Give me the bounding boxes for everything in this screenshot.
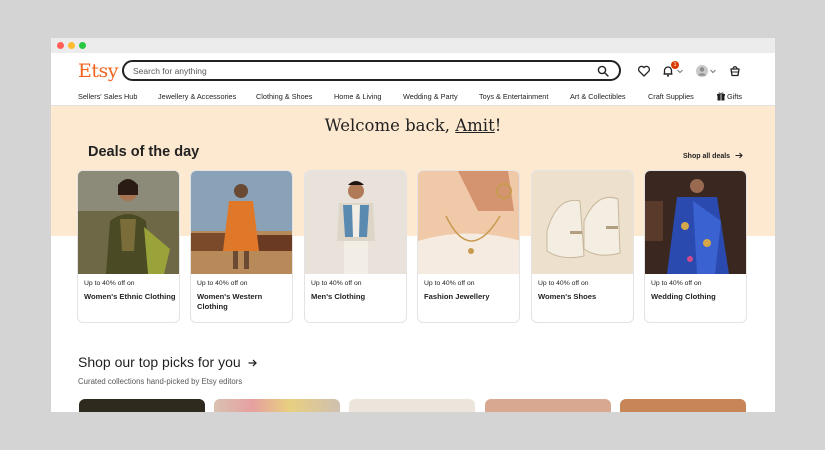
deal-image <box>305 171 406 274</box>
maximize-window-button[interactable] <box>79 42 86 49</box>
deal-category: Wedding Clothing <box>651 292 716 301</box>
welcome-message: Welcome back, Amit! <box>51 116 775 135</box>
deal-card[interactable]: Up to 40% off on Men's Clothing <box>304 170 407 323</box>
deal-card[interactable]: Up to 40% off on Women's Shoes <box>531 170 634 323</box>
heart-icon[interactable] <box>637 64 651 78</box>
nav-art-collectibles[interactable]: Art & Collectibles <box>570 92 626 101</box>
deal-category: Fashion Jewellery <box>424 292 490 301</box>
pick-card[interactable] <box>485 399 611 412</box>
deal-offer: Up to 40% off on <box>651 280 702 287</box>
pick-card[interactable] <box>79 399 205 412</box>
deal-card[interactable]: Up to 40% off on Fashion Jewellery <box>417 170 520 323</box>
close-window-button[interactable] <box>57 42 64 49</box>
search-bar[interactable]: Search for anything <box>122 60 621 81</box>
shop-all-label: Shop all deals <box>683 153 731 160</box>
deal-offer: Up to 40% off on <box>538 280 589 287</box>
deal-offer: Up to 40% off on <box>84 280 135 287</box>
deal-offer: Up to 40% off on <box>424 280 475 287</box>
deal-image <box>78 171 179 274</box>
deal-offer: Up to 40% off on <box>311 280 362 287</box>
top-picks-title[interactable]: Shop our top picks for you <box>78 354 257 370</box>
chevron-down-icon[interactable] <box>709 64 717 78</box>
deal-category: Women's Western Clothing <box>197 292 263 311</box>
nav-wedding-party[interactable]: Wedding & Party <box>403 92 458 101</box>
nav-gifts[interactable]: Gifts <box>727 92 742 101</box>
welcome-suffix: ! <box>494 116 502 135</box>
deal-offer: Up to 40% off on <box>197 280 248 287</box>
deal-image <box>532 171 633 274</box>
deals-title: Deals of the day <box>88 144 200 160</box>
nav-craft-supplies[interactable]: Craft Supplies <box>648 92 694 101</box>
deal-card[interactable]: Up to 40% off on Wedding Clothing <box>644 170 747 323</box>
search-icon[interactable] <box>597 65 609 77</box>
top-picks-subtitle: Curated collections hand-picked by Etsy … <box>78 377 243 386</box>
arrow-right-icon <box>248 359 257 367</box>
notification-badge: 1 <box>671 61 679 69</box>
nav-toys-entertainment[interactable]: Toys & Entertainment <box>479 92 548 101</box>
deal-card[interactable]: Up to 40% off on Women's Ethnic Clothing <box>77 170 180 323</box>
nav-home-living[interactable]: Home & Living <box>334 92 381 101</box>
deal-image <box>645 171 746 274</box>
nav-sellers-sales-hub[interactable]: Sellers' Sales Hub <box>78 92 137 101</box>
welcome-prefix: Welcome back, <box>324 116 456 135</box>
user-name-link[interactable]: Amit <box>455 116 494 135</box>
deal-card[interactable]: Up to 40% off on Women's Western Clothin… <box>190 170 293 323</box>
arrow-right-icon <box>735 152 743 159</box>
category-nav: Sellers' Sales Hub Jewellery & Accessori… <box>51 90 775 106</box>
pick-card[interactable] <box>620 399 746 412</box>
gift-icon <box>717 92 725 101</box>
deal-image <box>418 171 519 274</box>
minimize-window-button[interactable] <box>68 42 75 49</box>
deal-image <box>191 171 292 274</box>
cart-icon[interactable] <box>728 64 742 78</box>
deal-category: Women's Shoes <box>538 292 597 301</box>
deal-category: Men's Clothing <box>311 292 366 301</box>
pick-card[interactable] <box>214 399 340 412</box>
avatar[interactable] <box>695 64 709 78</box>
pick-card[interactable] <box>349 399 475 412</box>
nav-clothing-shoes[interactable]: Clothing & Shoes <box>256 92 312 101</box>
nav-jewellery-accessories[interactable]: Jewellery & Accessories <box>158 92 236 101</box>
shop-all-deals-link[interactable]: Shop all deals <box>683 152 743 160</box>
browser-window: Etsy Search for anything 1 Sellers' Sale… <box>51 38 775 412</box>
search-input[interactable]: Search for anything <box>133 66 207 76</box>
window-titlebar <box>51 38 775 53</box>
etsy-logo[interactable]: Etsy <box>78 60 119 82</box>
deal-category: Women's Ethnic Clothing <box>84 292 176 301</box>
top-picks-label: Shop our top picks for you <box>78 354 241 370</box>
